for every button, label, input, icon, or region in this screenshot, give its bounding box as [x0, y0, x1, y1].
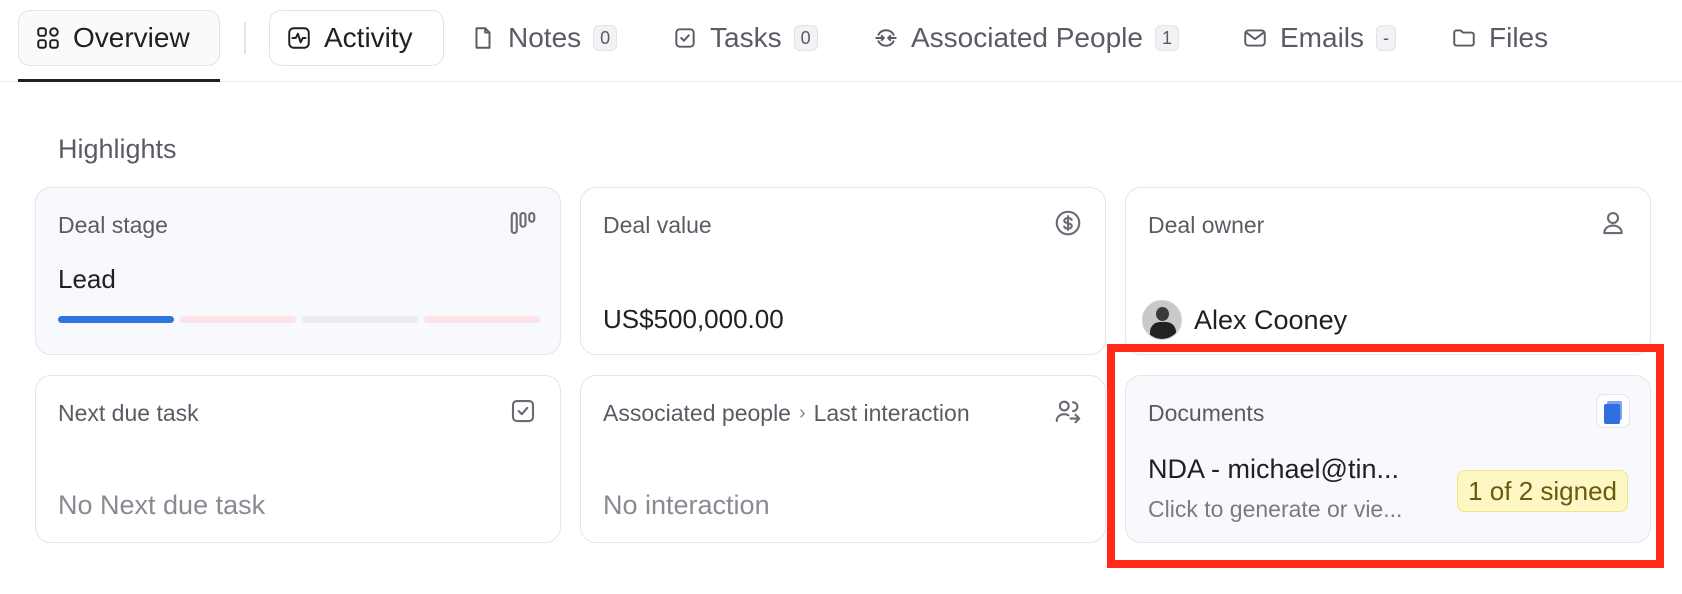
active-tab-indicator — [18, 79, 220, 82]
highlight-frame — [1107, 344, 1664, 568]
deal-value-label: Deal value — [603, 212, 712, 238]
tab-activity-label: Activity — [324, 22, 413, 53]
tab-files[interactable]: Files — [1451, 10, 1548, 66]
dollar-circle-icon — [1053, 208, 1083, 238]
stage-segment — [424, 316, 540, 323]
tab-bar: Overview Activity Notes 0 Tasks 0 Associ… — [0, 0, 1682, 82]
deal-owner-label: Deal owner — [1148, 212, 1265, 238]
deal-owner[interactable]: Alex Cooney — [1142, 300, 1347, 340]
deal-stage-card[interactable]: Deal stage Lead — [35, 187, 561, 355]
checkbox-icon — [508, 396, 538, 426]
avatar — [1142, 300, 1182, 340]
stage-segment — [302, 316, 418, 323]
tab-files-label: Files — [1489, 22, 1549, 53]
tab-notes-label: Notes — [508, 22, 582, 53]
user-icon — [1598, 208, 1628, 238]
associated-people-label: Associated people — [603, 400, 791, 426]
associated-people-count-badge: 1 — [1154, 25, 1179, 51]
notes-count-badge: 0 — [593, 25, 618, 51]
associated-people-empty: No interaction — [603, 490, 770, 520]
associated-people-card[interactable]: Associated people › Last interaction No … — [580, 375, 1106, 543]
emails-count-badge: - — [1376, 25, 1397, 51]
tasks-count-badge: 0 — [793, 25, 818, 51]
deal-owner-card[interactable]: Deal owner Alex Cooney — [1125, 187, 1651, 355]
deal-value-card[interactable]: Deal value US$500,000.00 — [580, 187, 1106, 355]
stage-segment — [180, 316, 296, 323]
users-icon — [1053, 396, 1083, 426]
next-due-task-empty: No Next due task — [58, 490, 266, 520]
tab-tasks[interactable]: Tasks 0 — [672, 10, 818, 66]
arrows-exchange-icon — [875, 29, 897, 47]
note-icon — [475, 27, 491, 49]
tab-associated-people-label: Associated People — [911, 22, 1143, 53]
tab-tasks-label: Tasks — [710, 22, 782, 53]
stage-segment — [58, 316, 174, 323]
tab-divider — [244, 22, 246, 54]
tab-overview-label: Overview — [73, 22, 190, 53]
folder-icon — [1453, 29, 1475, 47]
section-title: Highlights — [58, 134, 177, 164]
deal-stage-value: Lead — [58, 264, 116, 294]
tab-overview[interactable]: Overview — [18, 10, 220, 66]
tab-activity[interactable]: Activity — [269, 10, 444, 66]
associated-people-breadcrumb: Associated people › Last interaction — [603, 400, 970, 427]
kanban-icon — [508, 208, 538, 238]
deal-owner-name: Alex Cooney — [1194, 304, 1348, 335]
mail-icon — [1244, 29, 1266, 47]
deal-value-amount: US$500,000.00 — [603, 304, 784, 334]
tab-emails[interactable]: Emails - — [1242, 10, 1397, 66]
checkbox-icon — [675, 28, 695, 48]
tab-notes[interactable]: Notes 0 — [470, 10, 618, 66]
activity-icon — [288, 27, 310, 49]
layout-grid-icon — [37, 27, 59, 49]
deal-stage-progress — [58, 316, 540, 323]
next-due-task-label: Next due task — [58, 400, 199, 426]
chevron-right-icon: › — [798, 402, 806, 424]
deal-stage-label: Deal stage — [58, 212, 168, 238]
last-interaction-label: Last interaction — [813, 400, 970, 426]
next-due-task-card[interactable]: Next due task No Next due task — [35, 375, 561, 543]
tab-emails-label: Emails — [1280, 22, 1365, 53]
tab-associated-people[interactable]: Associated People 1 — [873, 10, 1179, 66]
